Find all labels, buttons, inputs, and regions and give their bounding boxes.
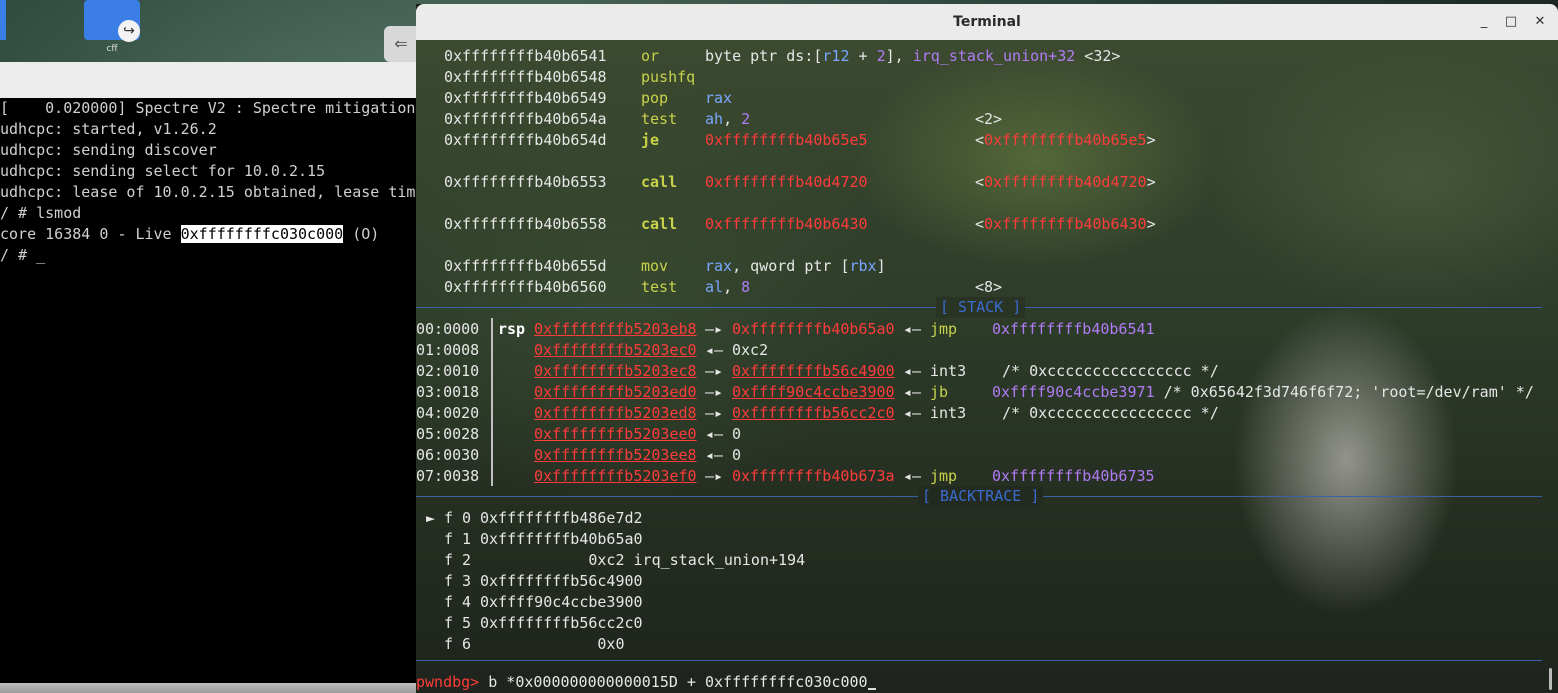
qemu-line: [ 0.020000] Spectre V2 : Spectre mitigat… (0, 99, 418, 117)
disasm-mnemonic: call (641, 173, 678, 191)
desktop-icon-partial[interactable] (0, 0, 6, 40)
disasm-mnemonic: pushfq (641, 68, 696, 86)
lsmod-address-selection[interactable]: 0xffffffffc030c000 (180, 225, 344, 243)
stack-row: 03:0018 0xffffffffb5203ed0 —▸ 0xffff90c4c… (416, 383, 1534, 401)
stack-gutter-bar (491, 318, 493, 486)
disasm-address: 0xffffffffb40b654a (444, 110, 607, 128)
disasm-mnemonic: pop (641, 89, 669, 107)
lsmod-suffix: (O) (343, 225, 380, 243)
terminal-window[interactable]: Terminal _ □ ✕ 0xffffffffb40b6541 or byte … (416, 4, 1558, 693)
qemu-line: udhcpc: started, v1.26.2 (0, 120, 217, 138)
folder-label: cff (106, 44, 118, 54)
scrollbar[interactable] (1549, 668, 1552, 690)
qemu-line: udhcpc: sending discover (0, 141, 217, 159)
disasm-line: 0xffffffffb40b654d je 0xffffffffb40b65e5 <0… (444, 131, 1156, 149)
stack-row: 07:0038 0xffffffffb5203ef0 —▸ 0xffffffffb… (416, 467, 1155, 485)
disasm-mnemonic: or (641, 47, 660, 65)
shortcut-arrow-icon: ↪ (118, 20, 140, 42)
terminal-titlebar[interactable]: Terminal _ □ ✕ (416, 4, 1558, 40)
back-arrow-button[interactable]: ⇐ (384, 26, 418, 62)
disasm-address: 0xffffffffb40b655d (444, 257, 607, 275)
close-button[interactable]: ✕ (1528, 10, 1552, 34)
disasm-address: 0xffffffffb40b6553 (444, 173, 607, 191)
command-line[interactable]: pwndbg> b *0x000000000000015D + 0xffffff… (416, 672, 876, 693)
window-title: Terminal (953, 14, 1021, 30)
current-frame-marker-icon: ► (426, 509, 436, 527)
qemu-console[interactable]: [ 0.020000] Spectre V2 : Spectre mitigat… (0, 98, 418, 688)
qemu-statusbar (0, 683, 418, 693)
qemu-line: udhcpc: sending select for 10.0.2.15 (0, 162, 326, 180)
disasm-address: 0xffffffffb40b6549 (444, 89, 607, 107)
qemu-line: / # lsmod (0, 204, 82, 222)
disasm-line: 0xffffffffb40b6548 pushfq (444, 67, 695, 88)
disasm-mnemonic: test (641, 110, 678, 128)
disasm-mnemonic: call (641, 215, 678, 233)
qemu-window-header (0, 62, 418, 99)
disasm-line: 0xffffffffb40b6558 call 0xffffffffb40b6430… (444, 215, 1156, 233)
prompt-separator (416, 660, 1542, 661)
disasm-line: 0xffffffffb40b6553 call 0xffffffffb40d4720… (444, 173, 1156, 191)
disasm-line: 0xffffffffb40b655d mov rax, qword ptr [rbx… (444, 257, 886, 275)
command-input[interactable]: b *0x000000000000015D + 0xffffffffc030c0… (479, 673, 867, 691)
disasm-line: 0xffffffffb40b6541 or byte ptr ds:[r12 + 2… (444, 47, 1121, 65)
disasm-address: 0xffffffffb40b6548 (444, 68, 607, 86)
backtrace-frame: ► f 0 0xffffffffb486e7d2 (426, 509, 643, 527)
desktop-folder-icon[interactable]: ↪ cff (84, 0, 140, 54)
disasm-mnemonic: je (641, 131, 660, 149)
stack-row: 06:0030 0xffffffffb5203ee8 ◂— 0 (416, 446, 742, 464)
pwndbg-prompt: pwndbg> (416, 673, 480, 691)
disasm-address: 0xffffffffb40b6558 (444, 215, 607, 233)
disasm-line: 0xffffffffb40b6560 test al, 8 <8> (444, 278, 1003, 296)
lsmod-output: core 16384 0 - Live 0xffffffffc030c000 (… (0, 224, 379, 245)
stack-row: 02:0010 0xffffffffb5203ec8 —▸ 0xffffffffb… (416, 362, 1219, 380)
qemu-line: udhcpc: lease of 10.0.2.15 obtained, lea… (0, 183, 418, 201)
stack-header: [ STACK ] (936, 297, 1026, 318)
disasm-mnemonic: test (641, 278, 678, 296)
minimize-button[interactable]: _ (1472, 10, 1496, 34)
disasm-address: 0xffffffffb40b654d (444, 131, 607, 149)
qemu-prompt: / # _ (0, 246, 46, 264)
disasm-line: 0xffffffffb40b654a test ah, 2 <2> (444, 110, 1003, 128)
disasm-mnemonic: mov (641, 257, 669, 275)
stack-row: 05:0028 0xffffffffb5203ee0 ◂— 0 (416, 425, 742, 443)
disasm-line: 0xffffffffb40b6549 pop rax (444, 89, 733, 107)
lsmod-prefix: core 16384 0 - Live (0, 225, 181, 243)
terminal-content[interactable]: 0xffffffffb40b6541 or byte ptr ds:[r12 + 2… (416, 40, 1558, 693)
disasm-address: 0xffffffffb40b6560 (444, 278, 607, 296)
maximize-button[interactable]: □ (1499, 10, 1523, 34)
text-cursor (867, 688, 876, 690)
stack-row: 00:0000 rsp 0xffffffffb5203eb8 —▸ 0xffffff… (416, 320, 1155, 338)
disasm-address: 0xffffffffb40b6541 (444, 47, 607, 65)
stack-row: 04:0020 0xffffffffb5203ed8 —▸ 0xffffffffb… (416, 404, 1219, 422)
backtrace-header: [ BACKTRACE ] (918, 486, 1044, 507)
stack-row: 01:0008 0xffffffffb5203ec0 ◂— 0xc2 (416, 341, 769, 359)
